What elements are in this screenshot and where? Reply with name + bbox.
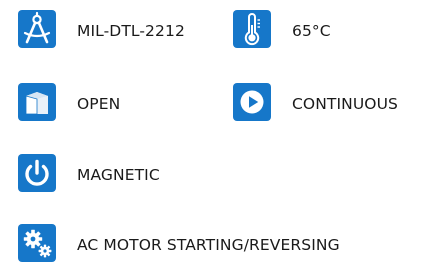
drafting-compass-icon bbox=[18, 10, 56, 48]
play-icon bbox=[233, 83, 271, 121]
spec-label-standard: MIL-DTL-2212 bbox=[77, 22, 185, 40]
gears-icon bbox=[18, 224, 56, 262]
spec-label-operation: MAGNETIC bbox=[77, 166, 160, 184]
spec-label-duty: CONTINUOUS bbox=[292, 95, 398, 113]
thermometer-icon bbox=[233, 10, 271, 48]
spec-label-enclosure: OPEN bbox=[77, 95, 121, 113]
spec-label-temperature: 65°C bbox=[292, 22, 331, 40]
power-icon bbox=[18, 154, 56, 192]
spec-label-application: AC MOTOR STARTING/REVERSING bbox=[77, 236, 340, 254]
enclosure-box-icon bbox=[18, 83, 56, 121]
